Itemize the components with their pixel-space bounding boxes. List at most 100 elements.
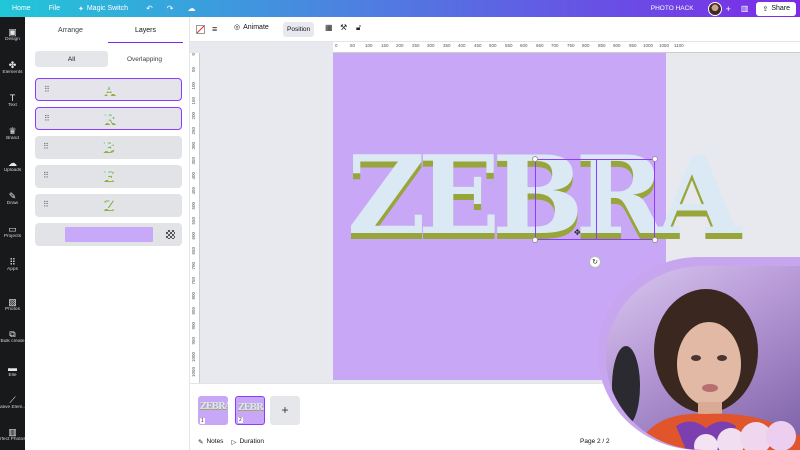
position-button[interactable]: Position [283,22,315,37]
creative-elements-icon: ⟋ [9,395,16,405]
nav-label: Photos [5,307,20,312]
layer-filter: All Overlapping [35,51,181,67]
resize-handle[interactable] [652,237,658,243]
ruler-tick: 850 [598,43,606,48]
home-button[interactable]: Home [12,5,31,12]
animate-button[interactable]: ◎ Animate [234,23,269,32]
nav-bulk-create[interactable]: ⧉ Bulk create [0,329,25,345]
layer-item[interactable]: ⠿ A [35,78,182,101]
filter-all[interactable]: All [35,51,108,67]
design-title[interactable]: PHOTO HACK [651,5,694,12]
layer-thumbnail: R [104,111,116,127]
panel-tabs: Arrange Layers [33,23,183,43]
transparency-icon[interactable]: ▦ [325,23,333,32]
nav-text[interactable]: T Text [0,93,25,109]
insights-icon[interactable]: ▥ [741,4,749,13]
tab-arrange[interactable]: Arrange [33,23,108,43]
ruler-tick: 150 [191,97,196,105]
presenter-illustration [612,289,800,450]
duration-label: Duration [239,438,265,445]
notes-button[interactable]: ✎ Notes [198,438,223,446]
selection-divider [596,160,597,239]
ruler-tick: 650 [536,43,544,48]
duration-button[interactable]: ▷ Duration [231,438,264,446]
nav-draw[interactable]: ✎ Draw [0,191,25,207]
paint-roller-icon[interactable]: ⚒ [340,23,347,32]
layer-item[interactable]: ⠿ R [35,107,182,130]
nav-elements[interactable]: ✤ Elements [0,60,25,76]
nav-creative-elements[interactable]: ⟋ ative Elem... [0,395,25,411]
magic-switch-button[interactable]: ✦ Magic Switch [78,5,128,13]
notes-icon: ✎ [198,438,204,446]
nav-label: Elle [8,373,17,378]
layer-item[interactable]: ⠿ Z [35,194,182,217]
drag-handle-icon[interactable]: ⠿ [43,170,49,182]
layer-item[interactable]: ⠿ E [35,165,182,188]
nav-label: Projects [3,234,22,239]
layer-item[interactable]: ⠿ B [35,136,182,159]
page-count[interactable]: Page 2 / 2 [580,438,610,445]
undo-icon[interactable]: ↶ [146,4,153,13]
share-button[interactable]: ⇪ Share [756,1,796,16]
duration-icon: ▷ [231,438,237,446]
ruler-tick: 200 [191,112,196,120]
nav-brand[interactable]: ♛ Brand [0,126,25,142]
redo-icon[interactable]: ↷ [167,4,174,13]
add-collaborator-icon[interactable]: + [726,4,731,14]
nav-photos[interactable]: ▨ Photos [0,297,25,313]
context-toolbar: ≡ ◎ Animate Position ▦ ⚒ 🔓︎ [190,17,800,42]
drag-handle-icon[interactable]: ⠿ [43,141,49,153]
drag-handle-icon[interactable]: ⠿ [44,84,50,96]
nav-elle[interactable]: ▬ Elle [0,363,25,379]
resize-handle[interactable] [652,156,658,162]
ruler-tick: 50 [191,67,196,73]
share-icon: ⇪ [762,5,769,13]
cloud-save-icon[interactable]: ☁ [187,4,195,13]
sparkle-icon: ✦ [77,5,84,13]
background-layer[interactable] [35,223,182,246]
nav-design[interactable]: ▣ Design [0,27,25,43]
ruler-tick: 800 [191,292,196,300]
page-thumbnail[interactable]: ZEBRA 1 [198,396,228,425]
left-ruler: 0 50 100 150 200 250 300 350 400 450 500… [190,53,200,383]
fill-color-icon[interactable] [196,25,205,34]
add-page-button[interactable]: + [270,396,300,425]
ruler-tick: 150 [381,43,389,48]
apps-grid-icon: ⠿ [9,257,16,267]
background-swatch [65,227,153,242]
lock-icon[interactable]: 🔓︎ [356,23,361,33]
nav-perfect-photos[interactable]: ▥ rfect Photos [0,427,25,443]
nav-label: Bulk create [0,339,25,344]
resize-handle[interactable] [532,156,538,162]
nav-projects[interactable]: ▭ Projects [0,224,25,240]
ruler-tick: 600 [191,232,196,240]
layout-icon: ▣ [8,27,17,37]
top-ruler: 0 50 100 150 200 250 300 350 400 450 500… [333,42,800,53]
filter-overlapping[interactable]: Overlapping [108,51,181,67]
nav-label: Text [8,103,17,108]
border-style-icon[interactable]: ≡ [212,24,217,34]
pen-icon: ✎ [8,191,17,201]
ruler-tick: 1050 [659,43,670,48]
text-icon: T [9,93,16,103]
transparency-icon[interactable] [166,230,175,239]
page-thumbnail[interactable]: ZEBRA 2 [235,396,265,425]
drag-handle-icon[interactable]: ⠿ [44,113,50,125]
rotate-handle-icon[interactable]: ↻ [589,256,601,268]
avatar[interactable] [707,1,722,16]
ruler-tick: 750 [191,277,196,285]
layer-thumbnail: A [104,82,116,98]
top-bar: Home File ✦ Magic Switch ↶ ↷ ☁ PHOTO HACK… [0,0,800,17]
nav-apps[interactable]: ⠿ Apps [0,257,25,273]
selection-box[interactable] [535,159,655,240]
resize-handle[interactable] [532,237,538,243]
layer-thumbnail: Z [103,197,115,213]
nav-label: rfect Photos [0,437,25,442]
nav-label: Brand [6,136,19,141]
file-menu[interactable]: File [49,5,60,12]
drag-handle-icon[interactable]: ⠿ [43,199,49,211]
tab-layers[interactable]: Layers [108,23,183,43]
nav-uploads[interactable]: ☁ Uploads [0,158,25,174]
ruler-tick: 1050 [191,367,196,378]
move-cursor-icon: ✥ [574,228,581,237]
